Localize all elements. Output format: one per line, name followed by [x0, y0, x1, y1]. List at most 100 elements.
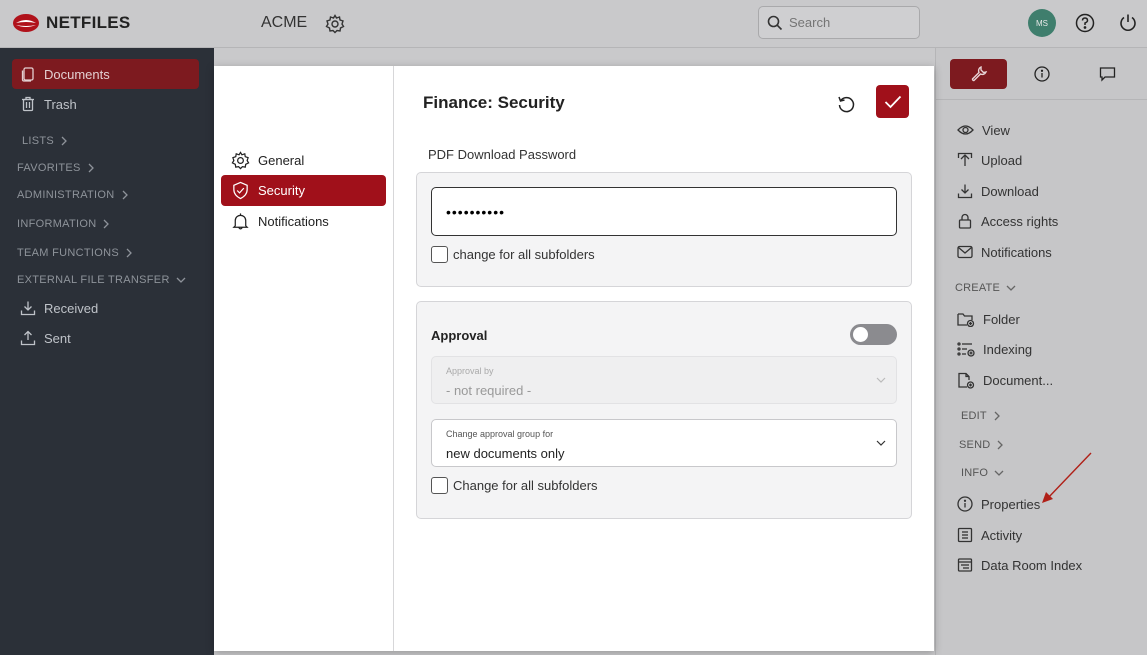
sidebar-section-administration[interactable]: ADMINISTRATION [17, 189, 129, 201]
section-label: SEND [959, 439, 991, 451]
eye-icon [957, 125, 974, 135]
sidebar-item-trash[interactable]: Trash [12, 89, 199, 119]
sidebar-item-label: Received [44, 300, 99, 316]
approval-subfolders-checkbox[interactable] [431, 477, 448, 494]
sidebar-section-favorites[interactable]: FAVORITES [17, 162, 95, 174]
help-icon[interactable] [1075, 13, 1095, 38]
sidebar-item-label: Trash [44, 96, 77, 112]
action-label: Folder [983, 311, 1020, 327]
approval-group-select[interactable]: Change approval group for new documents … [431, 419, 897, 467]
power-icon[interactable] [1118, 13, 1138, 38]
chevron-right-icon [88, 163, 94, 173]
netfiles-logo-icon [13, 14, 39, 32]
approval-card: Approval Approval by - not required - Ch… [416, 301, 912, 519]
sidebar-section-external-file-transfer[interactable]: EXTERNAL FILE TRANSFER [17, 274, 186, 286]
tab-tools[interactable] [950, 59, 1007, 89]
checkbox-label: change for all subfolders [453, 247, 595, 262]
wrench-icon [971, 65, 987, 82]
modal-tab-label: Notifications [258, 214, 329, 229]
section-edit[interactable]: EDIT [961, 410, 1001, 422]
action-label: Properties [981, 496, 1041, 512]
section-info[interactable]: INFO [961, 467, 1004, 479]
action-access-rights[interactable]: Access rights [957, 211, 1058, 231]
modal-nav: General Security Notifications [214, 66, 394, 651]
section-send[interactable]: SEND [959, 439, 1004, 451]
section-create[interactable]: CREATE [955, 282, 1016, 294]
gear-icon [231, 151, 250, 170]
action-data-room-index[interactable]: Data Room Index [957, 555, 1082, 575]
data-room-index-icon [957, 558, 973, 572]
action-label: Notifications [981, 244, 1052, 260]
action-view[interactable]: View [957, 120, 1010, 140]
action-notifications[interactable]: Notifications [957, 242, 1052, 262]
annotation-arrow-icon [1042, 452, 1092, 503]
sidebar-section-team-functions[interactable]: TEAM FUNCTIONS [17, 247, 133, 259]
right-panel: View Upload Download Access rights Notif… [935, 48, 1147, 655]
chevron-down-icon [876, 440, 886, 446]
section-label: EDIT [961, 410, 987, 422]
lock-icon [958, 213, 972, 229]
sidebar-item-sent[interactable]: Sent [12, 323, 199, 353]
checkbox-label: Change for all subfolders [453, 478, 598, 493]
chevron-down-icon [1006, 285, 1016, 291]
upload-icon [957, 152, 973, 166]
sidebar-item-label: Sent [44, 330, 71, 346]
action-activity[interactable]: Activity [957, 525, 1022, 545]
document-add-icon [958, 372, 975, 389]
trash-icon [22, 96, 34, 112]
action-upload[interactable]: Upload [957, 150, 1022, 170]
user-avatar[interactable]: MS [1028, 9, 1056, 37]
action-create-folder[interactable]: Folder [957, 309, 1020, 329]
approval-toggle[interactable] [850, 324, 897, 345]
action-label: Upload [981, 152, 1023, 168]
modal-title: Finance: Security [423, 93, 565, 112]
sidebar-section-lists[interactable]: LISTS [22, 135, 68, 147]
activity-list-icon [957, 527, 973, 543]
modal-tab-general[interactable]: General [221, 145, 386, 176]
chevron-down-icon [994, 470, 1004, 476]
action-label: Data Room Index [981, 557, 1083, 573]
bell-icon [232, 213, 249, 230]
select-value: - not required - [446, 383, 532, 398]
top-bar: NETFILES ACME MS [0, 0, 1147, 48]
chevron-down-icon [176, 277, 186, 283]
info-circle-icon [957, 496, 973, 512]
right-panel-tabs [936, 48, 1147, 100]
tab-info[interactable] [1034, 66, 1050, 87]
search-box[interactable] [758, 6, 920, 39]
search-icon [767, 15, 783, 30]
pdf-password-label: PDF Download Password [428, 147, 577, 162]
save-button[interactable] [876, 85, 909, 118]
sidebar-item-documents[interactable]: Documents [12, 59, 199, 89]
org-settings-gear-icon[interactable] [325, 14, 345, 39]
action-download[interactable]: Download [957, 181, 1039, 201]
approval-subfolders-option[interactable]: Change for all subfolders [431, 477, 598, 494]
netfiles-logo[interactable]: NETFILES [12, 12, 131, 34]
modal-tab-notifications[interactable]: Notifications [221, 206, 386, 237]
action-properties[interactable]: Properties [957, 494, 1040, 514]
tab-comments[interactable] [1099, 66, 1116, 87]
chevron-right-icon [104, 219, 110, 229]
modal-tab-label: General [258, 153, 305, 168]
approval-label: Approval [431, 328, 488, 343]
action-create-indexing[interactable]: Indexing [957, 339, 1032, 359]
logo-text: NETFILES [46, 13, 131, 32]
chevron-down-icon [876, 377, 886, 383]
sidebar-item-received[interactable]: Received [12, 293, 199, 323]
undo-button[interactable] [832, 90, 860, 118]
action-label: Indexing [983, 341, 1033, 357]
pdf-subfolders-checkbox[interactable] [431, 246, 448, 263]
search-input[interactable] [789, 15, 909, 30]
pdf-subfolders-option[interactable]: change for all subfolders [431, 246, 595, 263]
security-modal: General Security Notifications Finance: … [214, 66, 934, 651]
pdf-password-input[interactable] [431, 187, 897, 236]
action-label: Download [981, 183, 1039, 199]
chevron-right-icon [61, 136, 67, 146]
section-label: LISTS [22, 135, 55, 147]
approval-by-select: Approval by - not required - [431, 356, 897, 404]
sidebar-section-information[interactable]: INFORMATION [17, 218, 110, 230]
section-label: FAVORITES [17, 162, 81, 174]
modal-tab-security[interactable]: Security [221, 175, 386, 206]
action-create-document[interactable]: Document... [957, 370, 1053, 390]
toggle-knob [853, 327, 868, 342]
